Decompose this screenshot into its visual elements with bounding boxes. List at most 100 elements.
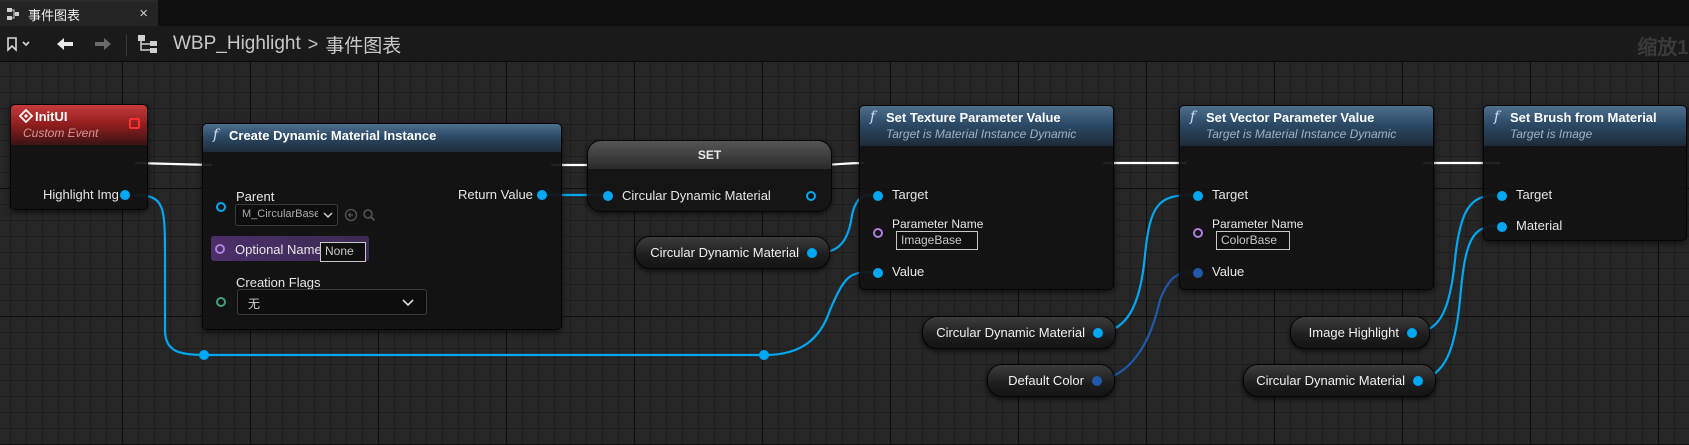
parent-asset-value: M_CircularBase	[242, 208, 318, 220]
function-icon: f	[870, 109, 876, 125]
node-subtitle: Target is Material Instance Dynamic	[1206, 127, 1397, 141]
dropdown-chevron-icon	[402, 299, 414, 307]
back-arrow-icon	[57, 38, 73, 50]
variable-out-pin[interactable]	[1092, 376, 1102, 386]
return-value-label: Return Value	[458, 187, 533, 202]
breadcrumb-separator: >	[307, 33, 319, 54]
set-value-out-pin[interactable]	[806, 191, 816, 201]
parameter-name-label: Parameter Name	[892, 217, 984, 231]
variable-out-pin[interactable]	[1407, 328, 1417, 338]
set-vector-parameter-value-node[interactable]: f Set Vector Parameter Value Target is M…	[1179, 105, 1434, 290]
value-label: Value	[1212, 264, 1245, 279]
variable-out-pin[interactable]	[807, 248, 817, 258]
creation-flags-label: Creation Flags	[236, 275, 321, 290]
optional-name-input[interactable]: None	[320, 242, 366, 262]
highlight-img-pin-label: Highlight Img	[43, 187, 119, 202]
set-variable-node[interactable]: SET Circular Dynamic Material	[587, 140, 832, 212]
target-label: Target	[1516, 187, 1553, 202]
variable-label: Image Highlight	[1308, 325, 1399, 340]
value-label: Value	[892, 264, 925, 279]
node-title: Set Texture Parameter Value	[886, 110, 1061, 125]
set-texture-parameter-value-node[interactable]: f Set Texture Parameter Value Target is …	[859, 105, 1114, 290]
variable-label: Circular Dynamic Material	[650, 245, 799, 260]
target-pin[interactable]	[1193, 191, 1203, 201]
set-value-in-pin[interactable]	[603, 191, 613, 201]
value-pin[interactable]	[873, 268, 883, 278]
parameter-name-input[interactable]: ImageBase	[896, 231, 978, 250]
tab-bar: 事件图表 ×	[0, 0, 1689, 26]
variable-out-pin[interactable]	[1093, 328, 1103, 338]
target-label: Target	[1212, 187, 1249, 202]
bookmark-icon	[7, 37, 30, 52]
material-pin[interactable]	[1497, 222, 1507, 232]
node-title: Create Dynamic Material Instance	[229, 128, 437, 143]
creation-flags-dropdown[interactable]: 无	[237, 289, 427, 315]
parameter-name-pin[interactable]	[873, 228, 883, 238]
get-circular-dynamic-material-node[interactable]: Circular Dynamic Material	[635, 236, 830, 269]
create-dynamic-material-instance-node[interactable]: f Create Dynamic Material Instance Paren…	[202, 123, 562, 330]
dropdown-chevron-icon	[323, 212, 333, 219]
close-icon[interactable]: ×	[139, 5, 148, 22]
optional-name-pin[interactable]	[215, 244, 225, 254]
highlight-img-pin[interactable]	[120, 190, 130, 200]
parameter-name-input[interactable]: ColorBase	[1216, 231, 1290, 250]
function-icon: f	[1494, 109, 1500, 125]
breadcrumb-graph[interactable]: 事件图表	[325, 31, 401, 58]
set-brush-from-material-node[interactable]: f Set Brush from Material Target is Imag…	[1483, 105, 1687, 241]
parent-pin[interactable]	[216, 202, 226, 212]
set-pin-label: Circular Dynamic Material	[622, 188, 771, 203]
forward-button[interactable]	[90, 32, 116, 56]
target-pin[interactable]	[873, 191, 883, 201]
node-title: Set Brush from Material	[1510, 110, 1657, 125]
parameter-name-pin[interactable]	[1193, 228, 1203, 238]
zoom-level: 缩放1:	[1637, 37, 1689, 59]
get-circular-dynamic-material-node[interactable]: Circular Dynamic Material	[1243, 364, 1436, 397]
node-header: f Create Dynamic Material Instance	[203, 124, 561, 152]
breadcrumb: WBP_Highlight > 事件图表	[173, 31, 401, 58]
graph-icon	[6, 7, 20, 21]
hierarchy-icon	[138, 35, 157, 53]
creation-flags-pin[interactable]	[216, 297, 226, 307]
variable-label: Circular Dynamic Material	[936, 325, 1085, 340]
node-header: f Set Texture Parameter Value Target is …	[860, 106, 1113, 146]
search-icon[interactable]	[362, 208, 376, 222]
node-subtitle: Target is Image	[1510, 127, 1593, 141]
variable-label: Circular Dynamic Material	[1256, 373, 1405, 388]
value-pin[interactable]	[1193, 268, 1203, 278]
breadcrumb-blueprint[interactable]: WBP_Highlight	[173, 33, 301, 55]
target-pin[interactable]	[1497, 191, 1507, 201]
get-circular-dynamic-material-node[interactable]: Circular Dynamic Material	[922, 316, 1116, 349]
node-title: InitUI	[35, 109, 68, 124]
function-icon: f	[1190, 109, 1196, 125]
get-image-highlight-node[interactable]: Image Highlight	[1290, 316, 1430, 349]
tab-title: 事件图表	[28, 7, 81, 23]
variable-label: Default Color	[1008, 373, 1084, 388]
return-value-pin[interactable]	[537, 190, 547, 200]
node-header: f Set Vector Parameter Value Target is M…	[1180, 106, 1433, 146]
parent-asset-dropdown[interactable]: M_CircularBase	[235, 204, 338, 226]
event-icon	[19, 109, 33, 123]
material-label: Material	[1516, 218, 1563, 233]
hierarchy-button[interactable]	[134, 32, 162, 56]
node-subtitle: Custom Event	[23, 126, 99, 140]
bookmark-menu-button[interactable]	[4, 32, 36, 56]
creation-flags-value: 无	[248, 297, 261, 311]
variable-out-pin[interactable]	[1413, 376, 1423, 386]
get-default-color-node[interactable]: Default Color	[987, 364, 1115, 397]
browse-icon[interactable]	[344, 208, 358, 222]
tab-event-graph[interactable]: 事件图表 ×	[0, 0, 158, 26]
toolbar: WBP_Highlight > 事件图表 缩放1:	[0, 26, 1689, 62]
node-header: InitUI Custom Event	[11, 105, 147, 145]
node-subtitle: Target is Material Instance Dynamic	[886, 127, 1077, 141]
init-ui-event-node[interactable]: InitUI Custom Event Highlight Img	[10, 104, 148, 210]
parent-label: Parent	[236, 189, 275, 204]
parameter-name-label: Parameter Name	[1212, 217, 1304, 231]
back-button[interactable]	[52, 32, 78, 56]
toolbar-divider	[126, 34, 127, 56]
optional-name-label: Optional Name	[235, 242, 322, 257]
forward-arrow-icon	[95, 38, 111, 50]
function-icon: f	[213, 127, 219, 143]
delegate-pin[interactable]	[129, 118, 140, 129]
node-title: SET	[588, 141, 831, 169]
blueprint-editor: 事件图表 × WBP_Highlight > 事件图表 缩放1:	[0, 0, 1689, 445]
